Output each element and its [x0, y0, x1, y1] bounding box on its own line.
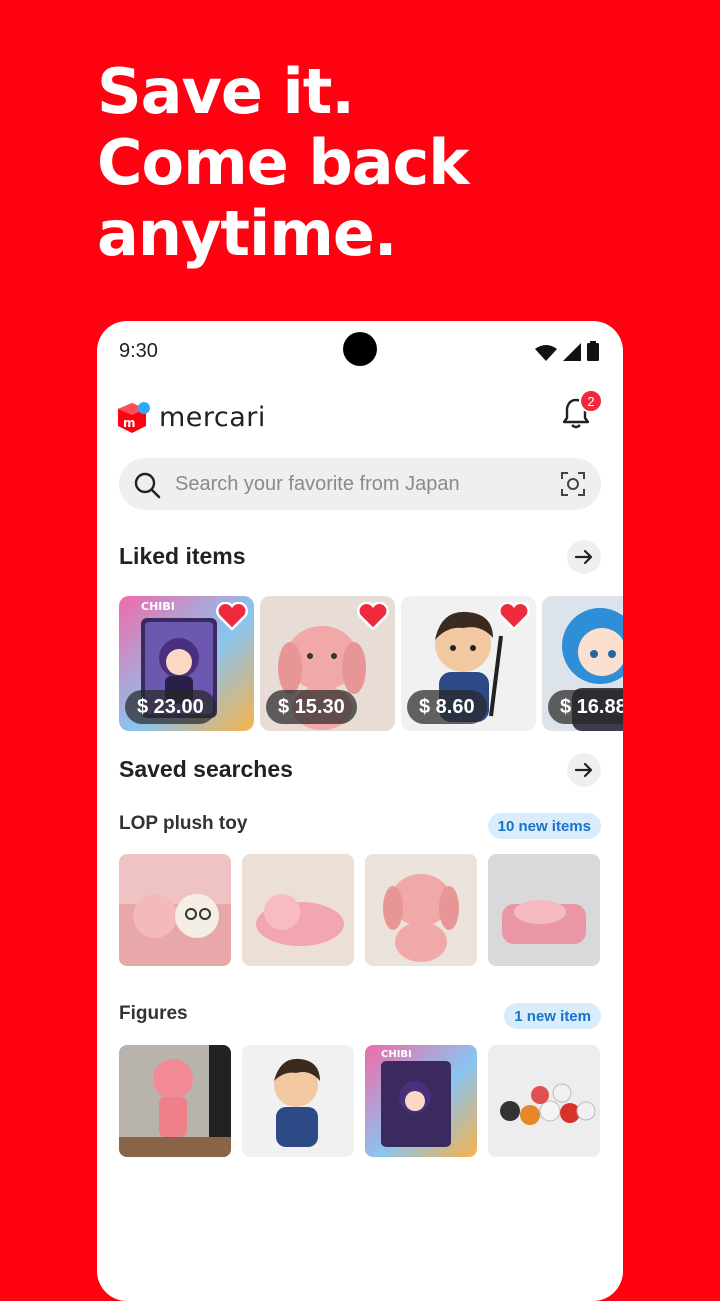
saved-searches-more-button[interactable] — [567, 753, 601, 787]
cat-figures-image — [500, 1083, 596, 1125]
saved-search-thumbnail[interactable] — [242, 1045, 354, 1157]
liked-item-price: $ 23.00 — [125, 690, 216, 724]
headline-line-1: Save it. — [97, 55, 355, 128]
chibi-figure-box-image: CHIBI — [381, 1049, 451, 1147]
sitting-plush-image — [383, 874, 459, 962]
liked-item-price: $ 15.30 — [266, 690, 357, 724]
liked-item-card[interactable]: $ 15.30 — [260, 596, 395, 731]
saved-search-thumbnail[interactable] — [242, 854, 354, 966]
liked-item-card[interactable]: $ 8.60 — [401, 596, 536, 731]
liked-item-price: $ 8.60 — [407, 690, 487, 724]
search-placeholder: Search your favorite from Japan — [175, 473, 460, 495]
notification-badge: 2 — [579, 389, 603, 413]
liked-item-price: $ 16.88 — [548, 690, 623, 724]
arrow-right-icon — [574, 549, 593, 565]
saved-search-thumbnail[interactable] — [365, 854, 477, 966]
status-icons — [535, 341, 599, 361]
battery-icon — [587, 341, 599, 361]
new-items-badge[interactable]: 1 new item — [504, 1003, 601, 1029]
lying-plush-image — [256, 894, 344, 946]
svg-text:CHIBI: CHIBI — [141, 600, 175, 613]
svg-text:CHIBI: CHIBI — [381, 1049, 412, 1060]
liked-items-title: Liked items — [119, 543, 246, 569]
scan-icon[interactable] — [561, 472, 585, 496]
saved-search-thumbnails — [119, 854, 601, 966]
headline-line-2: Come back — [97, 126, 470, 199]
saved-search-thumbnail[interactable] — [119, 1045, 231, 1157]
wifi-icon — [535, 345, 557, 361]
signal-icon — [563, 343, 581, 361]
liked-item-card[interactable]: CHIBI $ 23.00 — [119, 596, 254, 731]
saved-search-thumbnail[interactable]: CHIBI — [365, 1045, 477, 1157]
headline-line-3: anytime. — [97, 197, 397, 270]
arrow-right-icon — [574, 762, 593, 778]
mercari-logo-icon: m — [118, 402, 150, 433]
saved-search-name[interactable]: Figures — [119, 1003, 188, 1025]
liked-items-more-button[interactable] — [567, 540, 601, 574]
status-time: 9:30 — [119, 340, 158, 362]
saved-search-name[interactable]: LOP plush toy — [119, 813, 247, 835]
mercari-logo[interactable]: m mercari — [115, 399, 266, 435]
saved-search-thumbnail[interactable] — [488, 1045, 600, 1157]
search-bar[interactable]: Search your favorite from Japan — [119, 458, 601, 510]
app-bar: m mercari 2 — [97, 389, 623, 443]
status-bar: 9:30 — [97, 321, 623, 377]
promo-headline: Save it. Come back anytime. — [97, 55, 470, 270]
samurai-figure-image — [274, 1058, 320, 1147]
saved-search-thumbnails: CHIBI — [119, 1045, 601, 1157]
saved-searches-title: Saved searches — [119, 756, 293, 782]
logo-text: mercari — [159, 401, 266, 433]
search-icon — [134, 472, 161, 499]
saved-search-thumbnail[interactable] — [488, 854, 600, 966]
liked-items-row: CHIBI $ 23.00 $ 15.30 $ 8.60 $ 16.88 — [119, 596, 623, 731]
sofa-plush-image — [502, 900, 586, 944]
plush-pair-image — [119, 894, 231, 966]
heart-icon[interactable] — [498, 602, 530, 630]
svg-text:m: m — [123, 416, 136, 430]
pink-figure-image — [119, 1045, 231, 1157]
phone-screen: 9:30 m mercari 2 Search your favorite fr… — [97, 321, 623, 1301]
heart-icon[interactable] — [216, 602, 248, 630]
liked-item-card[interactable]: $ 16.88 — [542, 596, 623, 731]
camera-cutout — [343, 332, 377, 366]
heart-icon[interactable] — [357, 602, 389, 630]
saved-search-thumbnail[interactable] — [119, 854, 231, 966]
new-items-badge[interactable]: 10 new items — [487, 813, 601, 839]
